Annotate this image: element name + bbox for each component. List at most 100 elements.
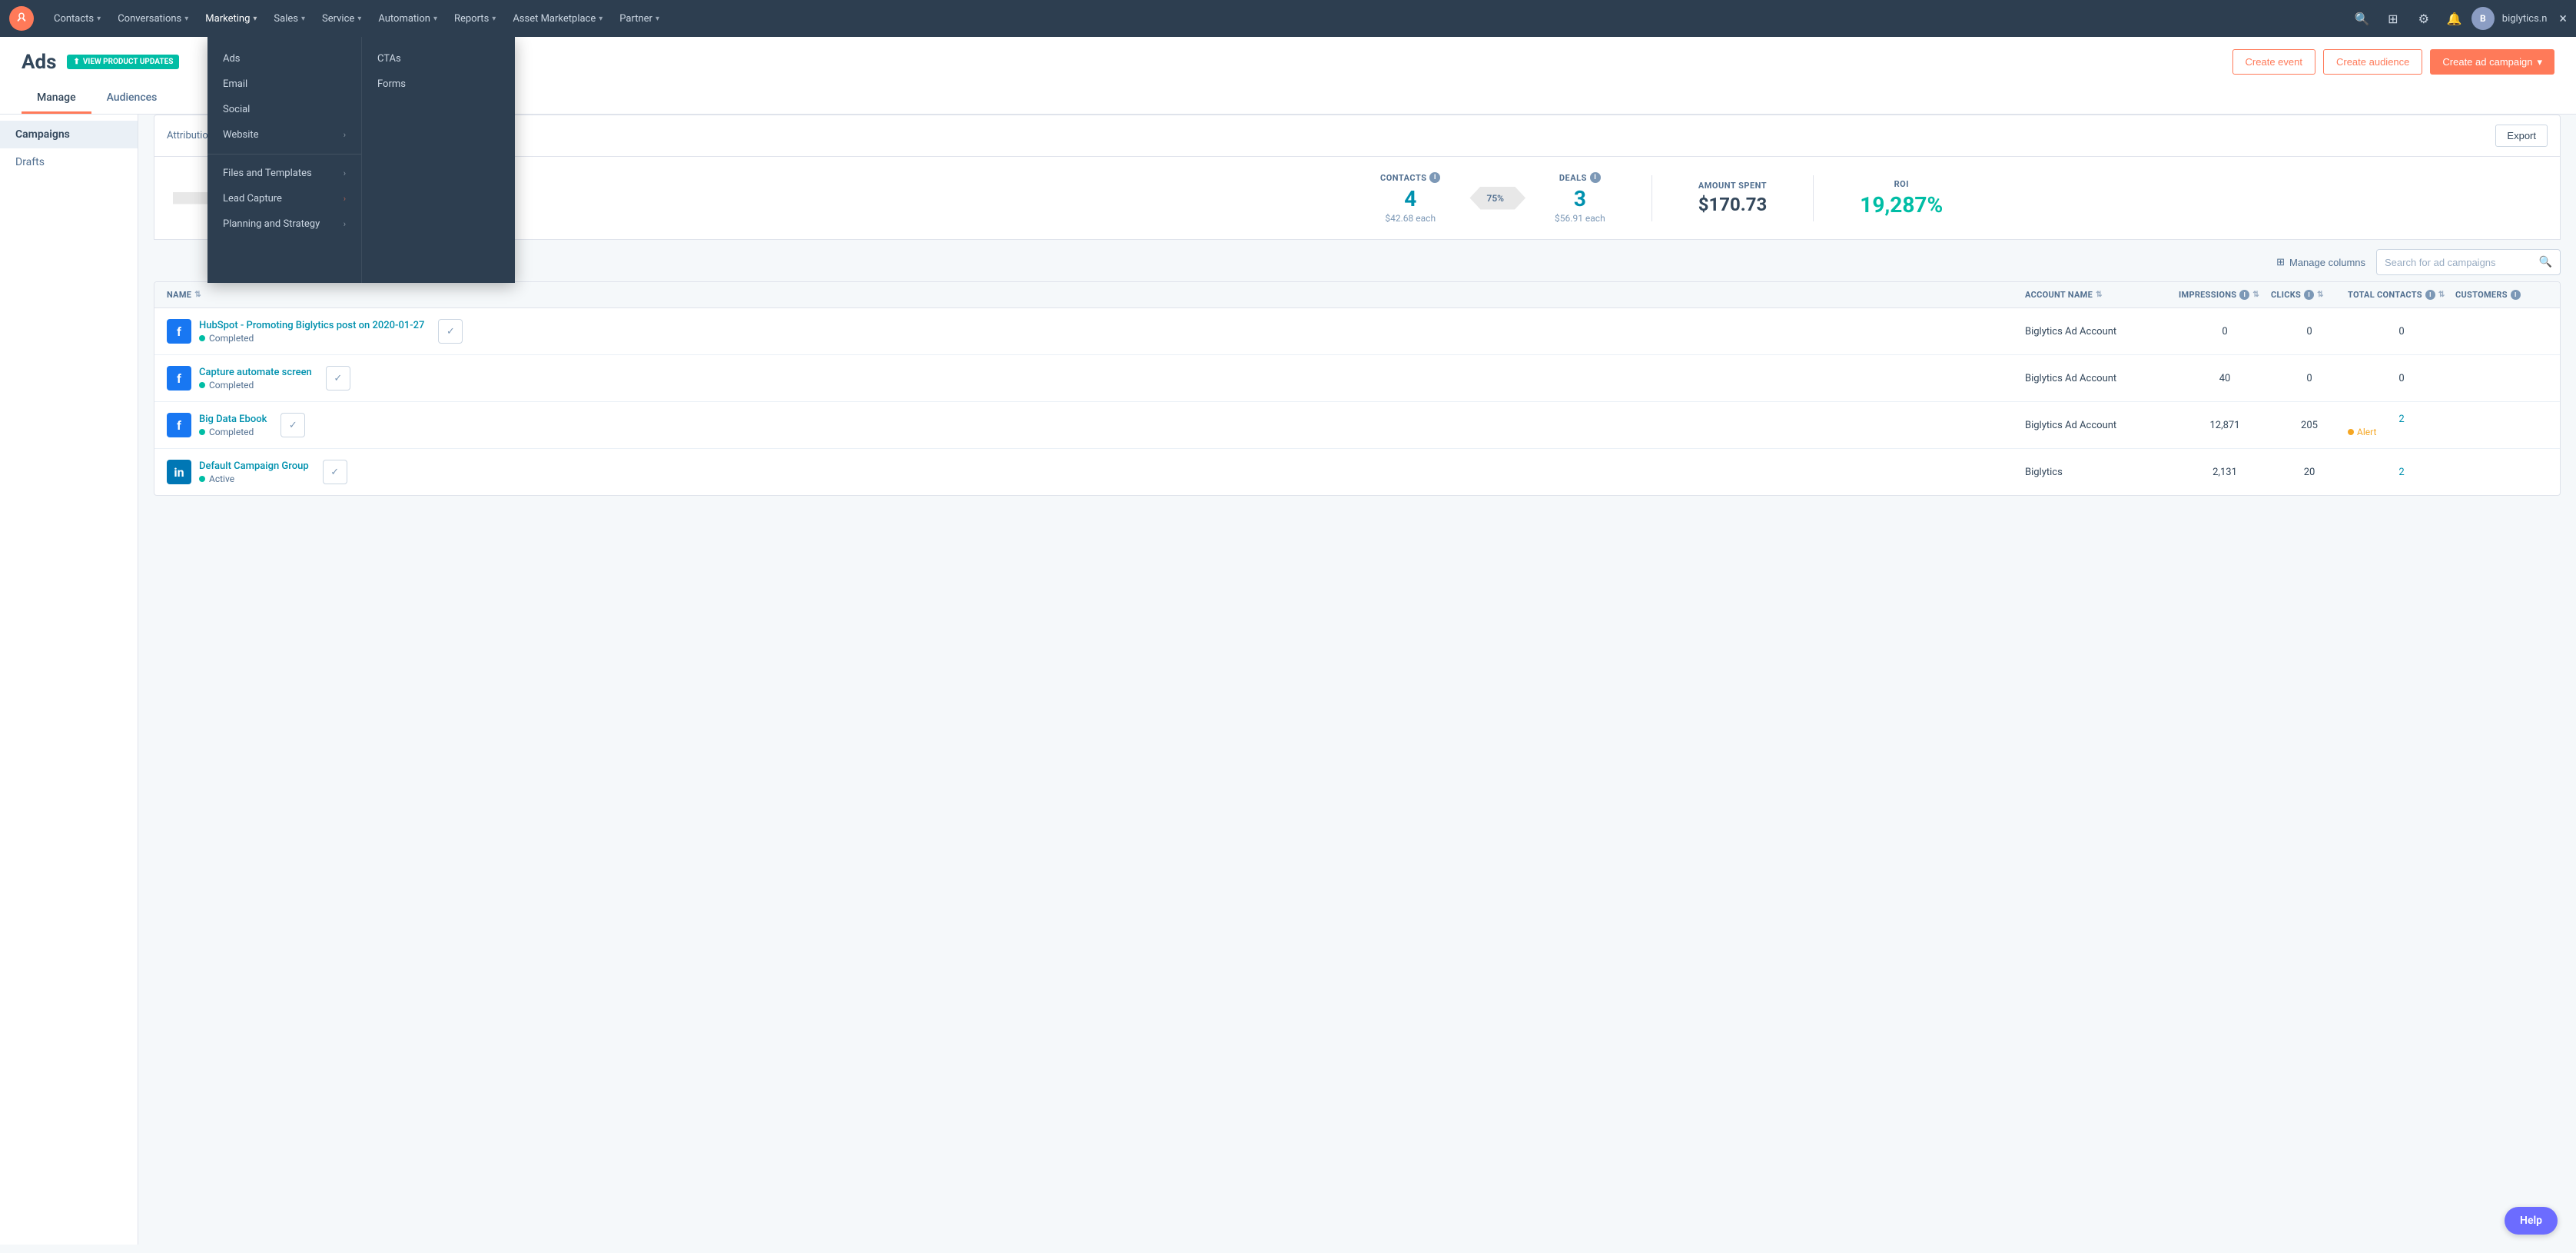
nav-right-area: 🔍 ⊞ ⚙ 🔔 B biglytics.n × <box>2349 5 2567 32</box>
nav-asset-marketplace[interactable]: Asset Marketplace ▾ <box>505 0 610 37</box>
dropdown-item-website[interactable]: Website › <box>207 122 361 148</box>
username-label: biglytics.n <box>2502 13 2548 25</box>
toggle-button[interactable]: ✓ <box>323 460 347 484</box>
campaign-name-cell: in Default Campaign Group Active ✓ <box>167 460 2025 484</box>
chevron-right-icon: › <box>344 219 346 229</box>
nav-reports[interactable]: Reports ▾ <box>446 0 503 37</box>
nav-automation[interactable]: Automation ▾ <box>370 0 445 37</box>
nav-sales[interactable]: Sales ▾ <box>266 0 313 37</box>
export-button[interactable]: Export <box>2495 125 2548 147</box>
chevron-down-icon: ▾ <box>357 15 361 23</box>
toggle-area: ✓ <box>281 413 305 437</box>
campaign-status: Completed <box>199 380 312 391</box>
info-icon: i <box>2425 290 2435 300</box>
create-campaign-button[interactable]: Create ad campaign ▾ <box>2430 49 2554 75</box>
hubspot-logo[interactable] <box>9 6 34 31</box>
linkedin-icon: in <box>167 460 191 484</box>
close-icon[interactable]: × <box>2559 11 2567 27</box>
contacts-sub: $42.68 each <box>1380 213 1440 224</box>
chevron-right-icon: › <box>344 194 346 204</box>
top-navigation: Contacts ▾ Conversations ▾ Marketing ▾ S… <box>0 0 2576 37</box>
contacts-value: 4 <box>1380 186 1440 211</box>
th-name: NAME ⇅ <box>167 290 2025 300</box>
tab-audiences[interactable]: Audiences <box>91 84 173 114</box>
manage-columns-button[interactable]: ⊞ Manage columns <box>2276 256 2365 268</box>
dropdown-item-planning-strategy[interactable]: Planning and Strategy › <box>207 211 361 237</box>
avatar[interactable]: B <box>2471 7 2495 30</box>
sidebar-item-campaigns[interactable]: Campaigns <box>0 121 138 148</box>
dropdown-item-email[interactable]: Email <box>207 71 361 97</box>
search-box: 🔍 <box>2376 249 2561 275</box>
search-input[interactable] <box>2385 257 2539 268</box>
impressions-cell: 12,871 <box>2179 420 2271 431</box>
account-name-cell: Biglytics Ad Account <box>2025 420 2179 431</box>
campaign-info: Default Campaign Group Active <box>199 460 309 484</box>
toggle-button[interactable]: ✓ <box>326 366 350 391</box>
settings-icon-button[interactable]: ⚙ <box>2410 5 2438 32</box>
toggle-button[interactable]: ✓ <box>281 413 305 437</box>
table-row: f Capture automate screen Completed ✓ <box>154 355 2560 402</box>
th-total-contacts: TOTAL CONTACTS i ⇅ <box>2348 290 2455 300</box>
sort-icon[interactable]: ⇅ <box>2252 291 2259 299</box>
info-icon: i <box>1590 172 1601 183</box>
bell-icon-button[interactable]: 🔔 <box>2441 5 2468 32</box>
total-contacts-cell: 2 Alert <box>2348 414 2455 437</box>
impressions-cell: 40 <box>2179 373 2271 384</box>
grid-icon-button[interactable]: ⊞ <box>2379 5 2407 32</box>
chevron-down-icon: ▾ <box>433 15 437 23</box>
sort-icon[interactable]: ⇅ <box>2438 291 2445 299</box>
toggle-area: ✓ <box>323 460 347 484</box>
dropdown-item-files-templates[interactable]: Files and Templates › <box>207 161 361 186</box>
main-layout: Campaigns Drafts Attribution Reports: Fi… <box>0 115 2576 1245</box>
info-icon: i <box>2511 290 2521 300</box>
help-button[interactable]: Help <box>2505 1207 2558 1235</box>
sidebar-item-drafts[interactable]: Drafts <box>0 148 138 176</box>
dropdown-item-social[interactable]: Social <box>207 97 361 122</box>
nav-items: Contacts ▾ Conversations ▾ Marketing ▾ S… <box>46 0 2349 37</box>
product-update-badge[interactable]: ⬆ VIEW PRODUCT UPDATES <box>67 55 179 69</box>
sort-icon[interactable]: ⇅ <box>194 291 201 299</box>
create-audience-button[interactable]: Create audience <box>2323 49 2422 75</box>
clicks-cell: 20 <box>2271 467 2348 478</box>
marketing-dropdown-menu: Ads Email Social Website › Files and Tem… <box>207 37 515 283</box>
chevron-down-icon: ▾ <box>2537 56 2542 68</box>
th-clicks: CLICKS i ⇅ <box>2271 290 2348 300</box>
toggle-button[interactable]: ✓ <box>438 319 463 344</box>
deals-group: DEALS i 3 $56.91 each <box>1532 172 1628 224</box>
nav-contacts[interactable]: Contacts ▾ <box>46 0 108 37</box>
status-dot-completed <box>199 382 205 388</box>
funnel-percent-2-area: 75% <box>1469 187 1525 210</box>
campaign-link[interactable]: Capture automate screen <box>199 367 312 378</box>
dropdown-item-ads[interactable]: Ads <box>207 46 361 71</box>
campaign-link[interactable]: Default Campaign Group <box>199 460 309 472</box>
account-name-cell: Biglytics Ad Account <box>2025 326 2179 337</box>
facebook-icon: f <box>167 413 191 437</box>
campaign-name-cell: f HubSpot - Promoting Biglytics post on … <box>167 319 2025 344</box>
amount-spent-value: $170.73 <box>1698 194 1768 215</box>
create-event-button[interactable]: Create event <box>2232 49 2315 75</box>
dropdown-item-lead-capture[interactable]: Lead Capture › <box>207 186 361 211</box>
facebook-icon: f <box>167 366 191 391</box>
campaign-link[interactable]: HubSpot - Promoting Biglytics post on 20… <box>199 320 424 331</box>
clicks-cell: 0 <box>2271 373 2348 384</box>
chevron-down-icon: ▾ <box>253 15 257 23</box>
dropdown-item-ctas[interactable]: CTAs <box>362 46 515 71</box>
search-icon-button[interactable]: 🔍 <box>2349 5 2376 32</box>
sort-icon[interactable]: ⇅ <box>2096 291 2103 299</box>
amount-spent-group: AMOUNT SPENT $170.73 <box>1675 181 1791 215</box>
nav-service[interactable]: Service ▾ <box>314 0 369 37</box>
nav-marketing[interactable]: Marketing ▾ <box>198 0 264 37</box>
sort-icon[interactable]: ⇅ <box>2317 291 2324 299</box>
th-account: ACCOUNT NAME ⇅ <box>2025 290 2179 300</box>
nav-partner[interactable]: Partner ▾ <box>612 0 667 37</box>
nav-conversations[interactable]: Conversations ▾ <box>110 0 196 37</box>
toggle-area: ✓ <box>438 319 463 344</box>
tab-manage[interactable]: Manage <box>22 84 91 114</box>
columns-icon: ⊞ <box>2276 256 2285 268</box>
campaign-status: Completed <box>199 427 267 437</box>
funnel-percent-2: 75% <box>1469 187 1525 210</box>
campaign-link[interactable]: Big Data Ebook <box>199 414 267 425</box>
chevron-down-icon: ▾ <box>301 15 305 23</box>
dropdown-item-forms[interactable]: Forms <box>362 71 515 97</box>
campaign-name-cell: f Capture automate screen Completed ✓ <box>167 366 2025 391</box>
